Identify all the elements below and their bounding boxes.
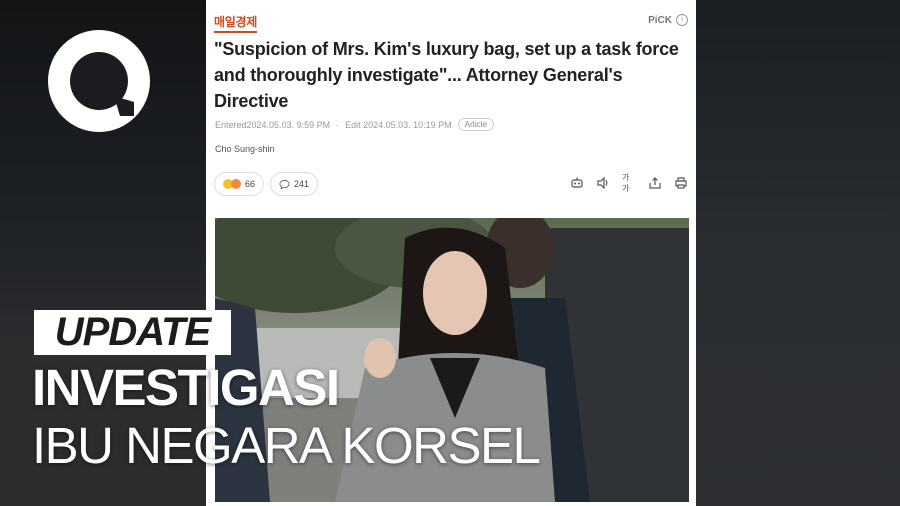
pick-label[interactable]: PiCK i [648, 14, 688, 26]
update-tag: UPDATE [34, 310, 231, 355]
background-right [694, 0, 900, 506]
comment-button[interactable]: 241 [270, 172, 319, 196]
article-badge: Article [457, 118, 494, 131]
publisher-logo[interactable]: 매일경제 [214, 13, 257, 33]
entered-date: Entered2024.05.03. 9:59 PM [215, 119, 331, 130]
robot-summary-icon[interactable] [570, 176, 584, 190]
print-icon[interactable] [674, 176, 688, 190]
overlay-title-line1: INVESTIGASI [32, 359, 340, 416]
reaction-button[interactable]: 66 [214, 172, 265, 196]
overlay-title-line2: IBU NEGARA KORSEL [32, 417, 541, 474]
logo-icon [48, 30, 150, 132]
pick-text: PiCK [648, 14, 672, 26]
reaction-emoji-icon-2 [231, 179, 241, 189]
info-icon[interactable]: i [676, 14, 688, 26]
share-icon[interactable] [648, 176, 662, 190]
article-meta: Entered2024.05.03. 9:59 PM · Edit 2024.0… [215, 118, 494, 131]
update-tag-text: UPDATE [54, 310, 211, 354]
article-tools: 가가 [570, 173, 688, 193]
comment-icon [279, 179, 290, 189]
article-headline: "Suspicion of Mrs. Kim's luxury bag, set… [214, 39, 679, 111]
reactions-bar: 66 241 [214, 172, 319, 196]
comment-count: 241 [294, 179, 310, 189]
edited-date: Edit 2024.05.03. 10:19 PM [345, 119, 452, 130]
meta-separator: · [336, 119, 340, 130]
author-name[interactable]: Cho Sung-shin [215, 144, 275, 154]
speaker-icon[interactable] [596, 176, 610, 190]
text-size-icon[interactable]: 가가 [622, 173, 636, 193]
reaction-count: 66 [245, 179, 256, 189]
